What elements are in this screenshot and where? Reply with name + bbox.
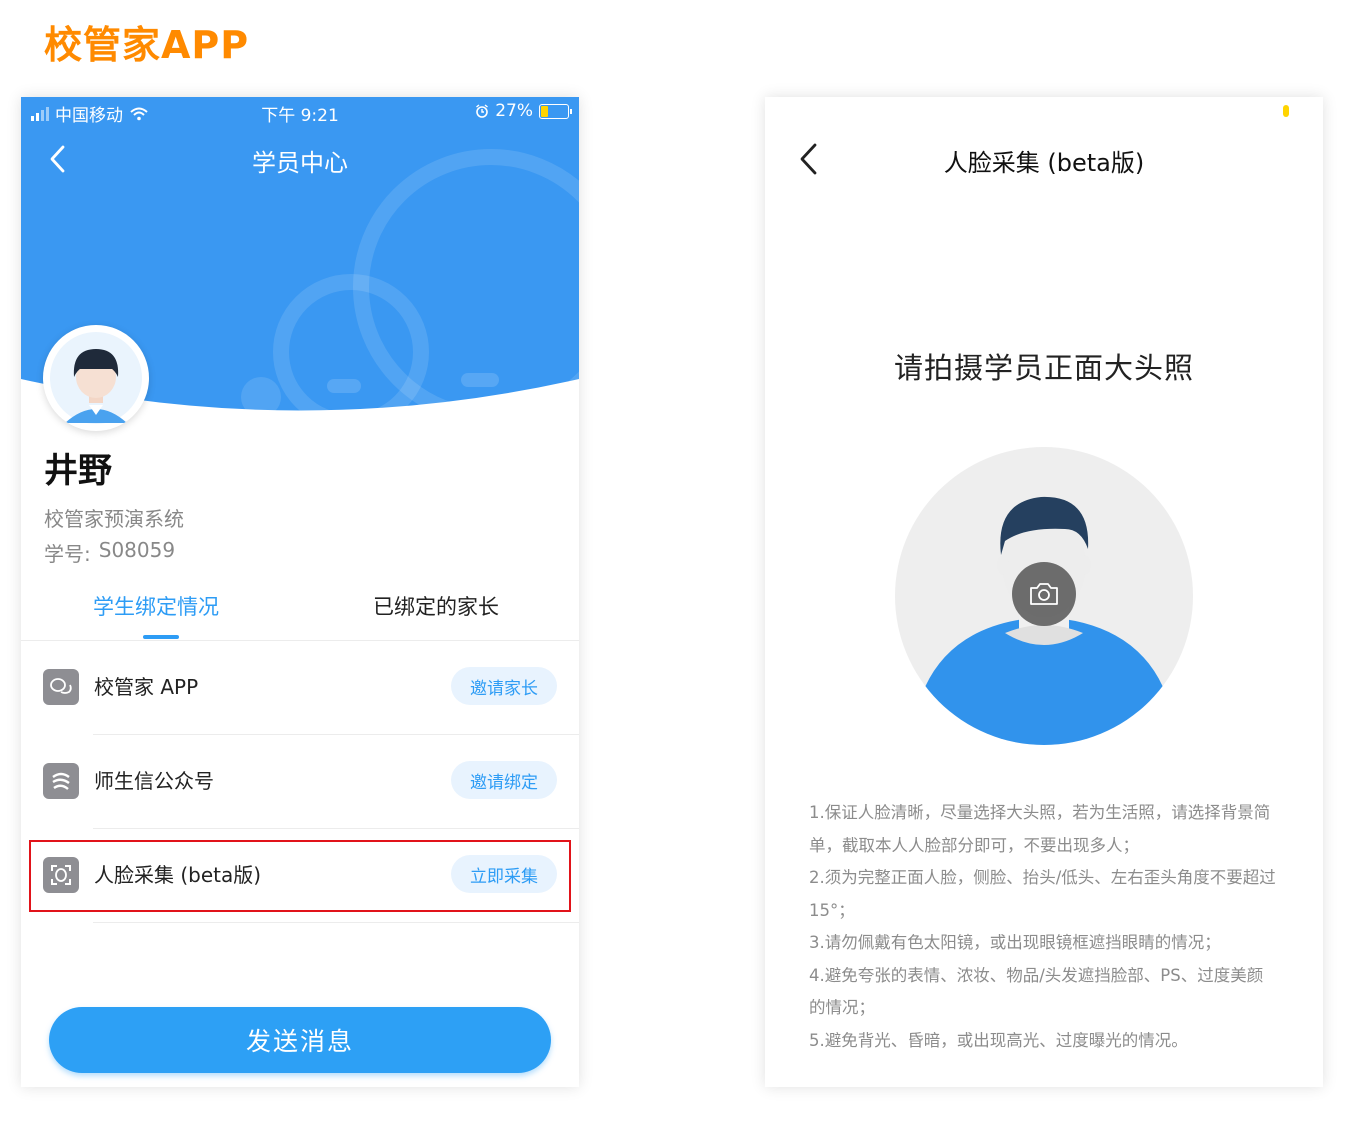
student-center-screen: 中国移动 下午 9:21 27% 学员中心 井野 校管家预演系统 学号: S08… [21,97,579,1087]
page-heading: 校管家APP [44,23,250,67]
status-indicator [1283,105,1289,117]
list-item-app[interactable]: 校管家 APP 邀请家长 [21,641,579,735]
tab-binding-status[interactable]: 学生绑定情况 [93,591,219,621]
tab-indicator [143,635,179,639]
list-item-official-account[interactable]: 师生信公众号 邀请绑定 [21,735,579,829]
send-message-button[interactable]: 发送消息 [49,1007,551,1073]
camera-button[interactable] [1012,562,1076,626]
avatar[interactable] [43,325,149,431]
battery-percent: 27% [495,101,533,121]
wechat-official-icon [43,763,79,799]
instruction-item: 1.保证人脸清晰，尽量选择大头照，若为生活照，请选择背景简单，截取本人人脸部分即… [809,803,1271,855]
instruction-item: 2.须为完整正面人脸，侧脸、抬头/低头、左右歪头角度不要超过15°； [809,868,1276,920]
nav-title: 人脸采集 (beta版) [943,149,1145,177]
school-name: 校管家预演系统 [44,507,184,531]
instruction-item: 4.避免夸张的表情、浓妆、物品/头发遮挡脸部、PS、过度美颜的情况； [809,965,1264,1018]
invite-bind-button[interactable]: 邀请绑定 [451,761,557,799]
item-label: 师生信公众号 [94,769,214,793]
student-name: 井野 [44,451,112,491]
tab-bound-parents[interactable]: 已绑定的家长 [373,591,499,621]
capture-instructions: 1.保证人脸清晰，尽量选择大头照，若为生活照，请选择背景简单，截取本人人脸部分即… [809,797,1279,1057]
chat-bubbles-icon [43,669,79,705]
student-id: 学号: S08059 [44,538,175,567]
battery-icon [539,103,572,119]
tab-bar: 学生绑定情况 已绑定的家长 [21,587,579,641]
status-bar: 中国移动 下午 9:21 27% [21,97,579,127]
item-label: 校管家 APP [94,675,199,699]
instruction-item: 5.避免背光、昏暗，或出现高光、过度曝光的情况。 [809,1030,1188,1050]
nav-bar: 学员中心 [21,137,579,181]
back-icon[interactable] [43,141,77,177]
alarm-icon [476,104,489,118]
invite-parent-button[interactable]: 邀请家长 [451,667,557,705]
camera-icon [1030,583,1058,605]
highlight-box [29,840,571,912]
divider [93,922,579,923]
face-capture-screen: 人脸采集 (beta版) 请拍摄学员正面大头照 1.保证人脸清晰，尽量选择大头照… [765,97,1323,1087]
student-id-value: S08059 [98,538,176,562]
capture-prompt: 请拍摄学员正面大头照 [893,351,1194,385]
student-avatar-icon [50,332,142,424]
nav-title: 学员中心 [252,149,348,177]
instruction-item: 3.请勿佩戴有色太阳镜，或出现眼镜框遮挡眼睛的情况； [809,933,1221,952]
student-id-label: 学号: [44,542,91,566]
